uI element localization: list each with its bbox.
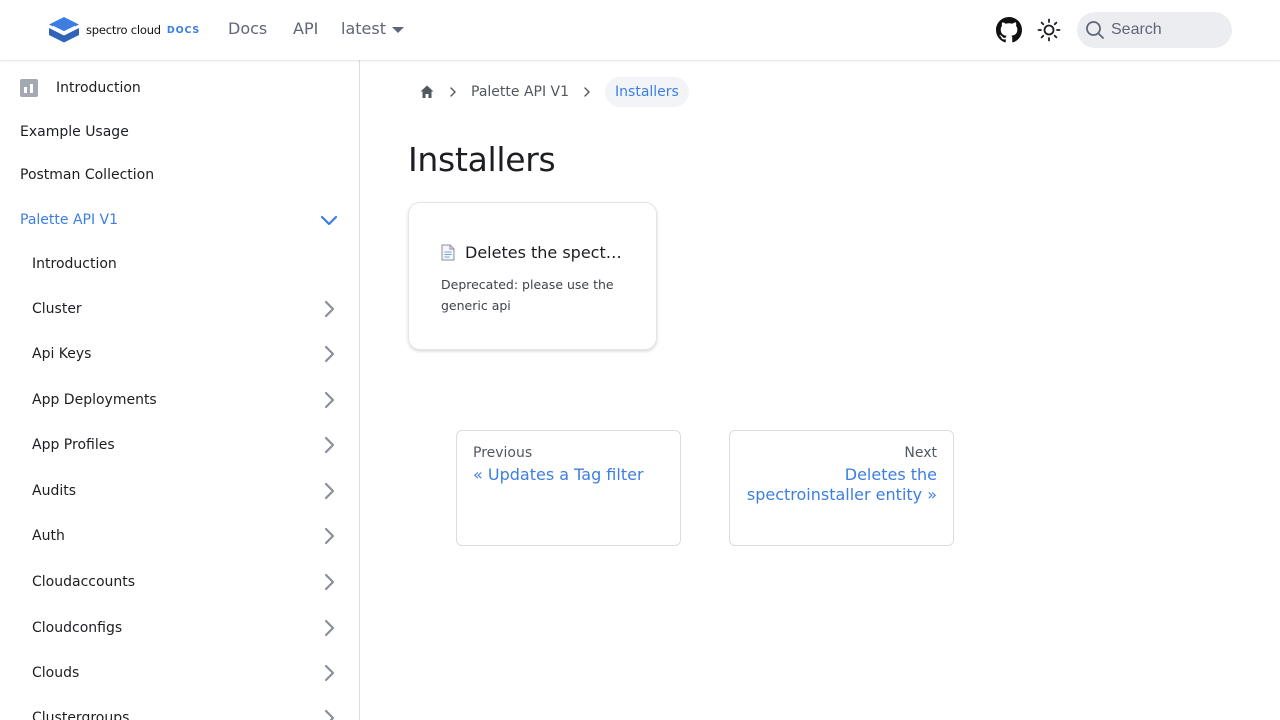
sidebar-item-cluster[interactable]: Cluster xyxy=(0,289,359,329)
sidebar-item-label: Api Keys xyxy=(32,346,92,362)
pagination-previous-label: « Updates a Tag filter xyxy=(473,465,644,484)
document-icon xyxy=(441,244,455,261)
chevron-right-icon xyxy=(584,87,591,97)
sidebar-item-label: Audits xyxy=(32,483,77,499)
sidebar-item-label: Auth xyxy=(32,528,65,544)
search-icon xyxy=(1086,21,1104,39)
sidebar-item-label: Postman Collection xyxy=(20,167,155,183)
sun-icon[interactable] xyxy=(1037,18,1061,42)
sidebar-item-label: Palette API V1 xyxy=(20,212,119,228)
chevron-right-icon[interactable] xyxy=(319,299,339,319)
nav-link-docs[interactable]: Docs xyxy=(228,19,267,38)
logo-wordmark: spectro cloud xyxy=(86,23,161,37)
sidebar: Introduction Example Usage Postman Colle… xyxy=(0,60,360,720)
chevron-right-icon[interactable] xyxy=(319,663,339,683)
sidebar-item-label: Clouds xyxy=(32,665,80,681)
sidebar-item-example-usage[interactable]: Example Usage xyxy=(0,112,359,152)
sidebar-item-label: Introduction xyxy=(32,256,117,272)
doc-card-title: Deletes the spectroinstaller entity xyxy=(441,243,624,262)
pagination-next-sublabel: Next xyxy=(904,445,937,461)
sidebar-item-label: App Profiles xyxy=(32,437,115,453)
sidebar-item-label: Cloudconfigs xyxy=(32,620,123,636)
sidebar-item-introduction[interactable]: Introduction xyxy=(0,68,359,108)
doc-card-title-text: Deletes the spectroinstaller entity xyxy=(465,243,624,262)
sidebar-item-label: Cluster xyxy=(32,301,82,317)
sidebar-item-api-keys[interactable]: Api Keys xyxy=(0,334,359,374)
sidebar-item-audits[interactable]: Audits xyxy=(0,471,359,511)
sidebar-item-label: Cloudaccounts xyxy=(32,574,136,590)
sidebar-item-v1-introduction[interactable]: Introduction xyxy=(0,244,359,284)
sidebar-item-label: Introduction xyxy=(56,80,141,96)
chevron-right-icon[interactable] xyxy=(319,526,339,546)
sidebar-item-label: Example Usage xyxy=(20,124,129,140)
sidebar-item-label: Clustergroups xyxy=(32,710,130,720)
sidebar-item-label: App Deployments xyxy=(32,392,157,408)
chevron-down-icon[interactable] xyxy=(319,210,339,230)
pagination-previous[interactable]: Previous « Updates a Tag filter xyxy=(456,430,681,546)
doc-card[interactable]: Deletes the spectroinstaller entity Depr… xyxy=(408,202,657,350)
breadcrumb-link-palette-api-v1[interactable]: Palette API V1 xyxy=(471,84,569,100)
chevron-right-icon[interactable] xyxy=(319,481,339,501)
page-title: Installers xyxy=(408,140,556,179)
home-icon[interactable] xyxy=(419,84,435,100)
chevron-right-icon[interactable] xyxy=(319,390,339,410)
chevron-right-icon xyxy=(450,87,456,97)
search-box[interactable] xyxy=(1077,12,1232,48)
pagination-next-label: Deletes the spectroinstaller entity » xyxy=(746,465,937,504)
nav-link-api[interactable]: API xyxy=(293,19,318,38)
pagination-next[interactable]: Next Deletes the spectroinstaller entity… xyxy=(729,430,954,546)
chart-icon xyxy=(20,79,38,97)
sidebar-item-palette-api-v1[interactable]: Palette API V1 xyxy=(0,200,359,240)
sidebar-item-clustergroups[interactable]: Clustergroups xyxy=(0,698,359,720)
breadcrumb: Palette API V1 Installers xyxy=(408,76,689,108)
spectro-cloud-logo-icon xyxy=(49,17,79,43)
version-dropdown[interactable]: latest xyxy=(341,19,404,38)
doc-card-description: Deprecated: please use the generic api xyxy=(441,277,614,313)
version-label: latest xyxy=(341,19,386,38)
sidebar-item-auth[interactable]: Auth xyxy=(0,516,359,556)
sidebar-item-cloudconfigs[interactable]: Cloudconfigs xyxy=(0,608,359,648)
chevron-right-icon[interactable] xyxy=(319,572,339,592)
sidebar-item-app-profiles[interactable]: App Profiles xyxy=(0,425,359,465)
search-input[interactable] xyxy=(1111,21,1221,39)
site-logo[interactable]: spectro cloud DOCS xyxy=(48,16,200,44)
logo-docs-badge: DOCS xyxy=(166,24,201,36)
chevron-right-icon[interactable] xyxy=(319,708,339,720)
caret-down-icon xyxy=(391,26,404,33)
sidebar-item-clouds[interactable]: Clouds xyxy=(0,653,359,693)
top-navbar: spectro cloud DOCS Docs API latest xyxy=(0,0,1280,60)
sidebar-item-cloudaccounts[interactable]: Cloudaccounts xyxy=(0,562,359,602)
chevron-right-icon[interactable] xyxy=(319,344,339,364)
chevron-right-icon[interactable] xyxy=(319,435,339,455)
sidebar-item-postman-collection[interactable]: Postman Collection xyxy=(0,155,359,195)
sidebar-item-app-deployments[interactable]: App Deployments xyxy=(0,380,359,420)
pagination-previous-sublabel: Previous xyxy=(473,445,533,461)
chevron-right-icon[interactable] xyxy=(319,618,339,638)
github-icon[interactable] xyxy=(996,17,1022,43)
breadcrumb-current: Installers xyxy=(605,77,689,107)
